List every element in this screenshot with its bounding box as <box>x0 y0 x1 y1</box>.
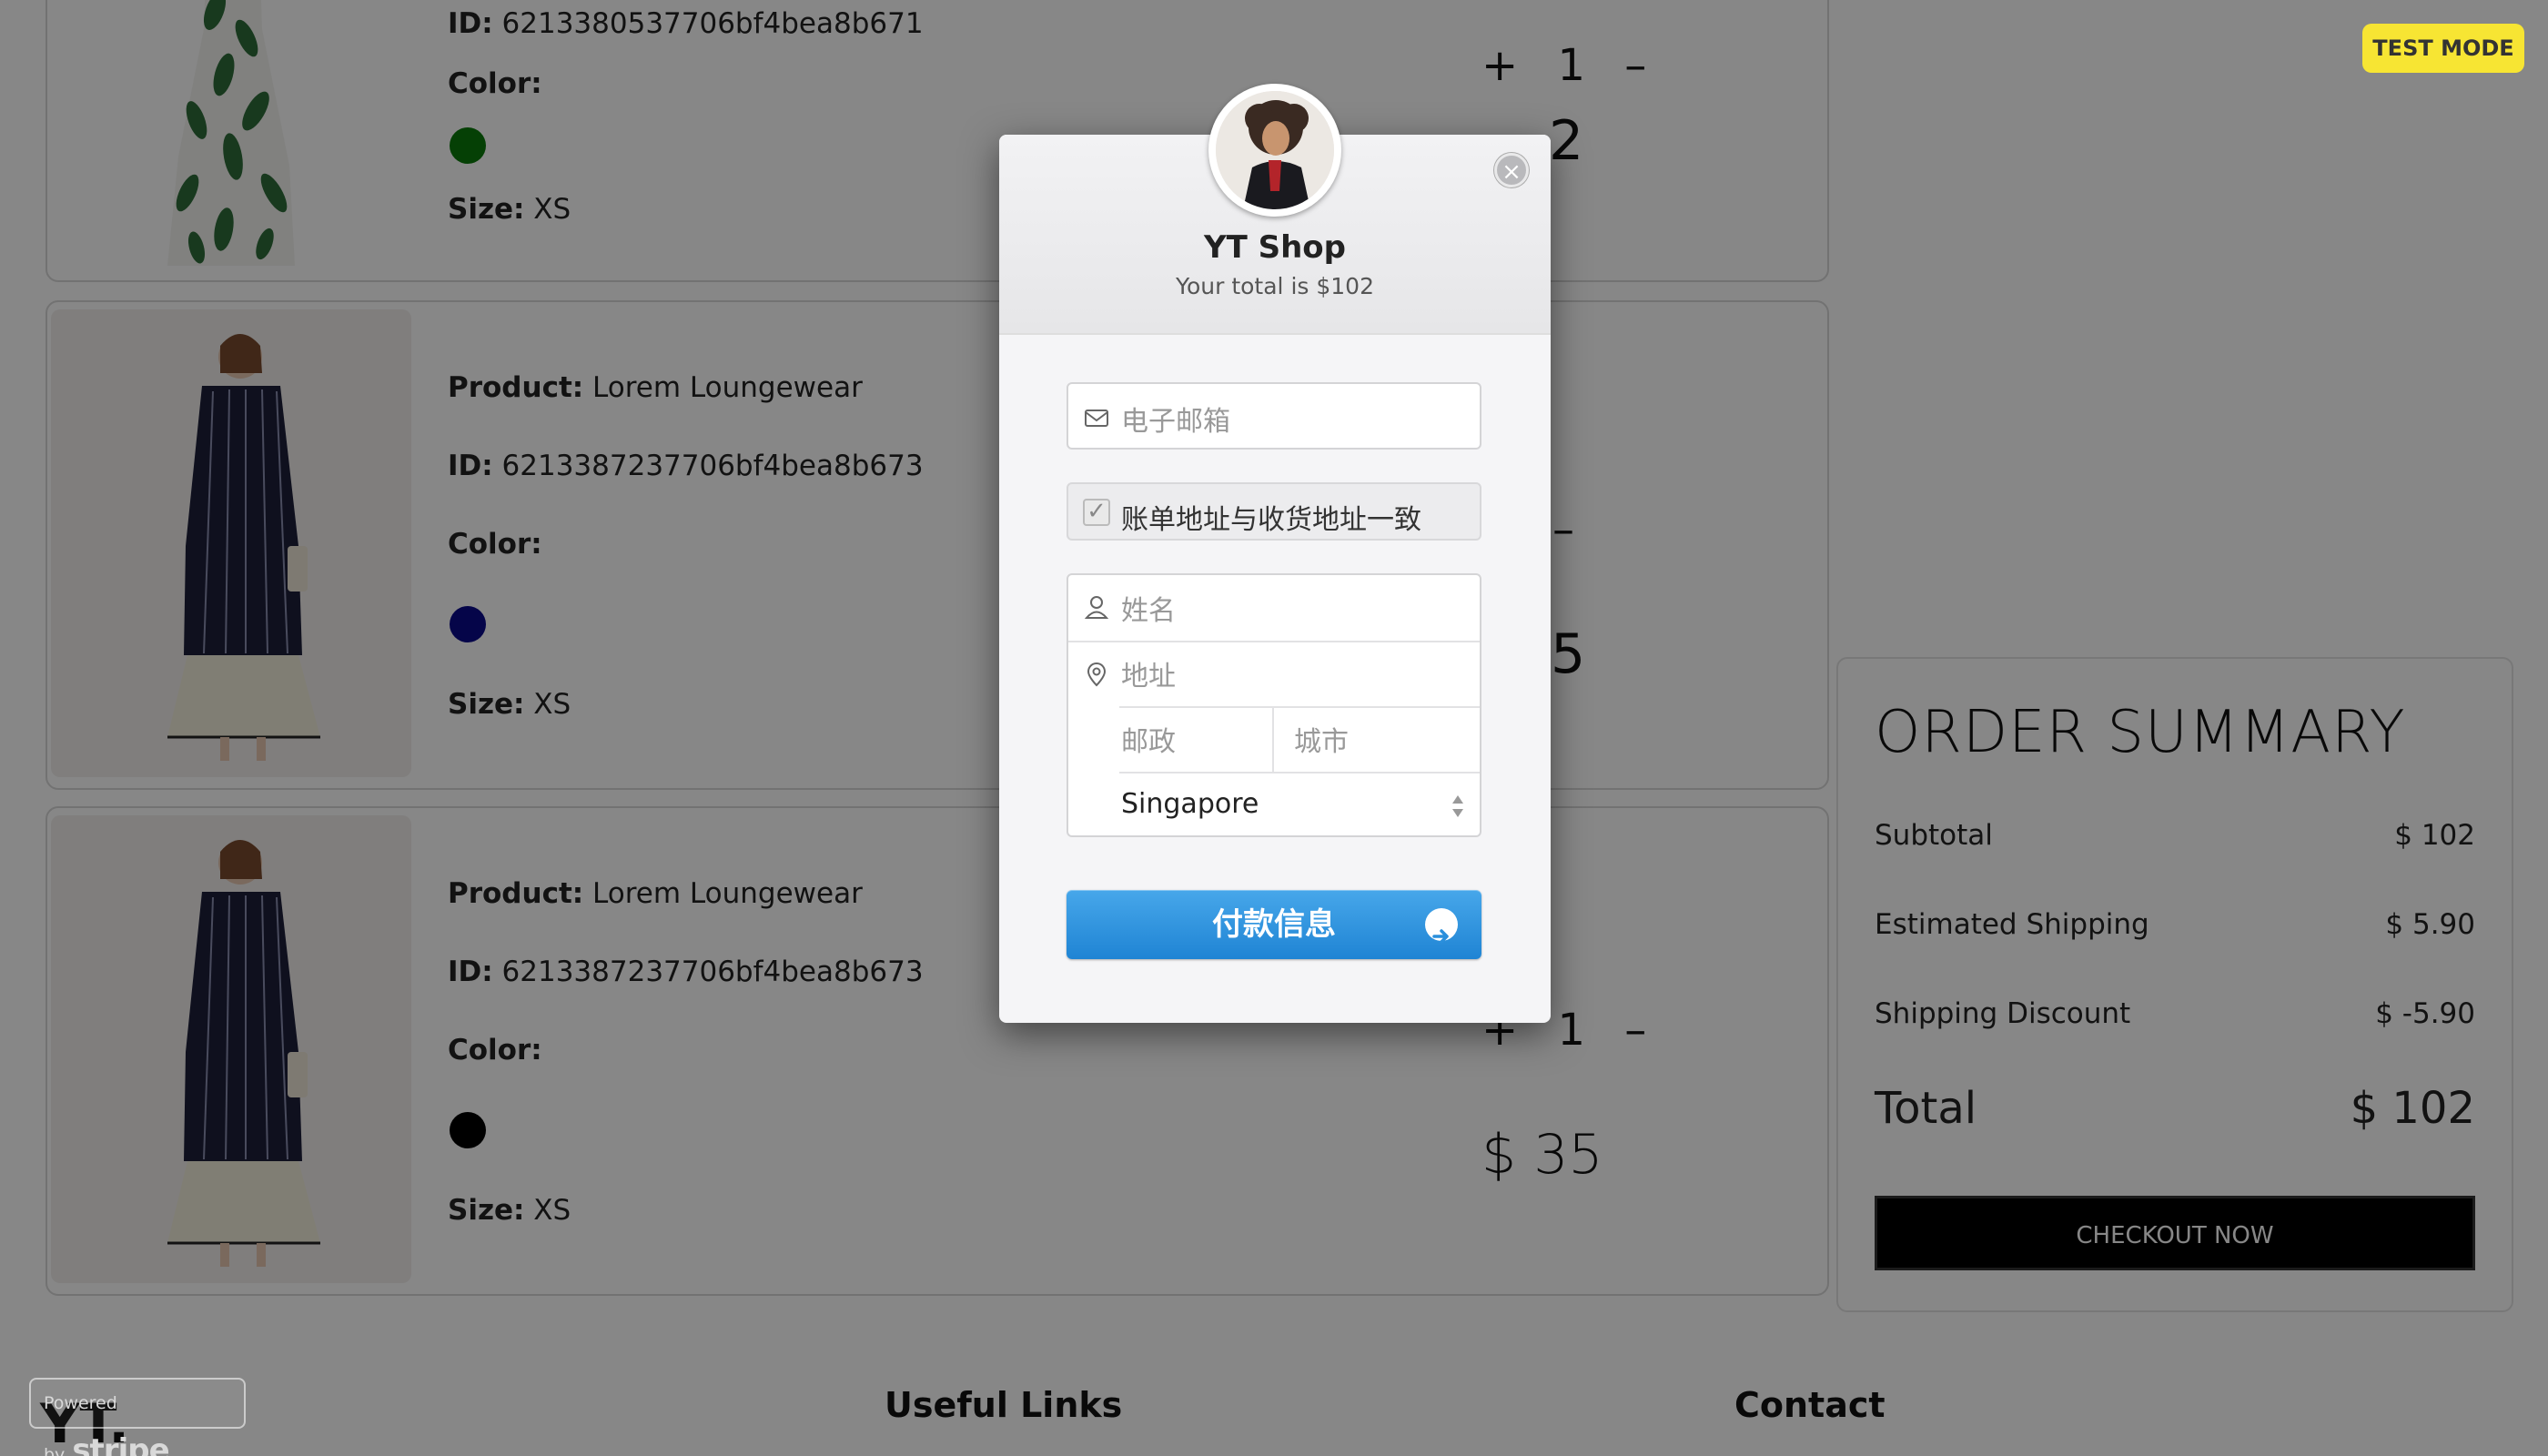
shop-name: YT Shop <box>1203 229 1347 266</box>
address-block: 姓名 地址 邮政 城市 Singapore <box>1067 573 1481 837</box>
address-field[interactable]: 地址 <box>1068 642 1480 706</box>
zip-field[interactable]: 邮政 <box>1119 708 1274 772</box>
country-select[interactable]: Singapore <box>1068 774 1480 837</box>
powered-by-stripe-link[interactable]: Powered by stripe <box>29 1378 246 1456</box>
address-placeholder: 地址 <box>1121 661 1176 693</box>
shop-avatar <box>1208 84 1341 217</box>
email-field[interactable]: 电子邮箱 <box>1067 382 1481 450</box>
test-mode-badge: TEST MODE <box>2362 24 2524 73</box>
arrow-right-icon <box>1425 908 1458 944</box>
close-icon[interactable]: × <box>1494 153 1529 187</box>
mail-icon <box>1085 410 1108 427</box>
city-placeholder: 城市 <box>1294 726 1349 758</box>
city-field[interactable]: 城市 <box>1276 708 1481 772</box>
name-placeholder: 姓名 <box>1121 595 1176 627</box>
location-pin-icon <box>1087 662 1107 687</box>
email-placeholder: 电子邮箱 <box>1121 406 1230 438</box>
checkout-modal: × YT Shop Your total is $102 电子邮箱 ✓ 账单地址… <box>999 84 1551 1023</box>
country-value: Singapore <box>1121 788 1259 820</box>
stripe-logo: stripe <box>72 1432 169 1456</box>
name-field[interactable]: 姓名 <box>1068 575 1480 641</box>
user-icon <box>1084 596 1109 619</box>
modal-header: × YT Shop Your total is $102 <box>999 84 1551 335</box>
checkbox-check-icon[interactable]: ✓ <box>1083 499 1110 526</box>
same-address-checkbox[interactable]: ✓ 账单地址与收货地址一致 <box>1067 482 1481 541</box>
order-total-text: Your total is $102 <box>1176 273 1374 299</box>
zip-placeholder: 邮政 <box>1121 726 1176 758</box>
pay-button[interactable]: 付款信息 <box>1067 890 1481 959</box>
select-arrows-icon <box>1452 795 1463 817</box>
